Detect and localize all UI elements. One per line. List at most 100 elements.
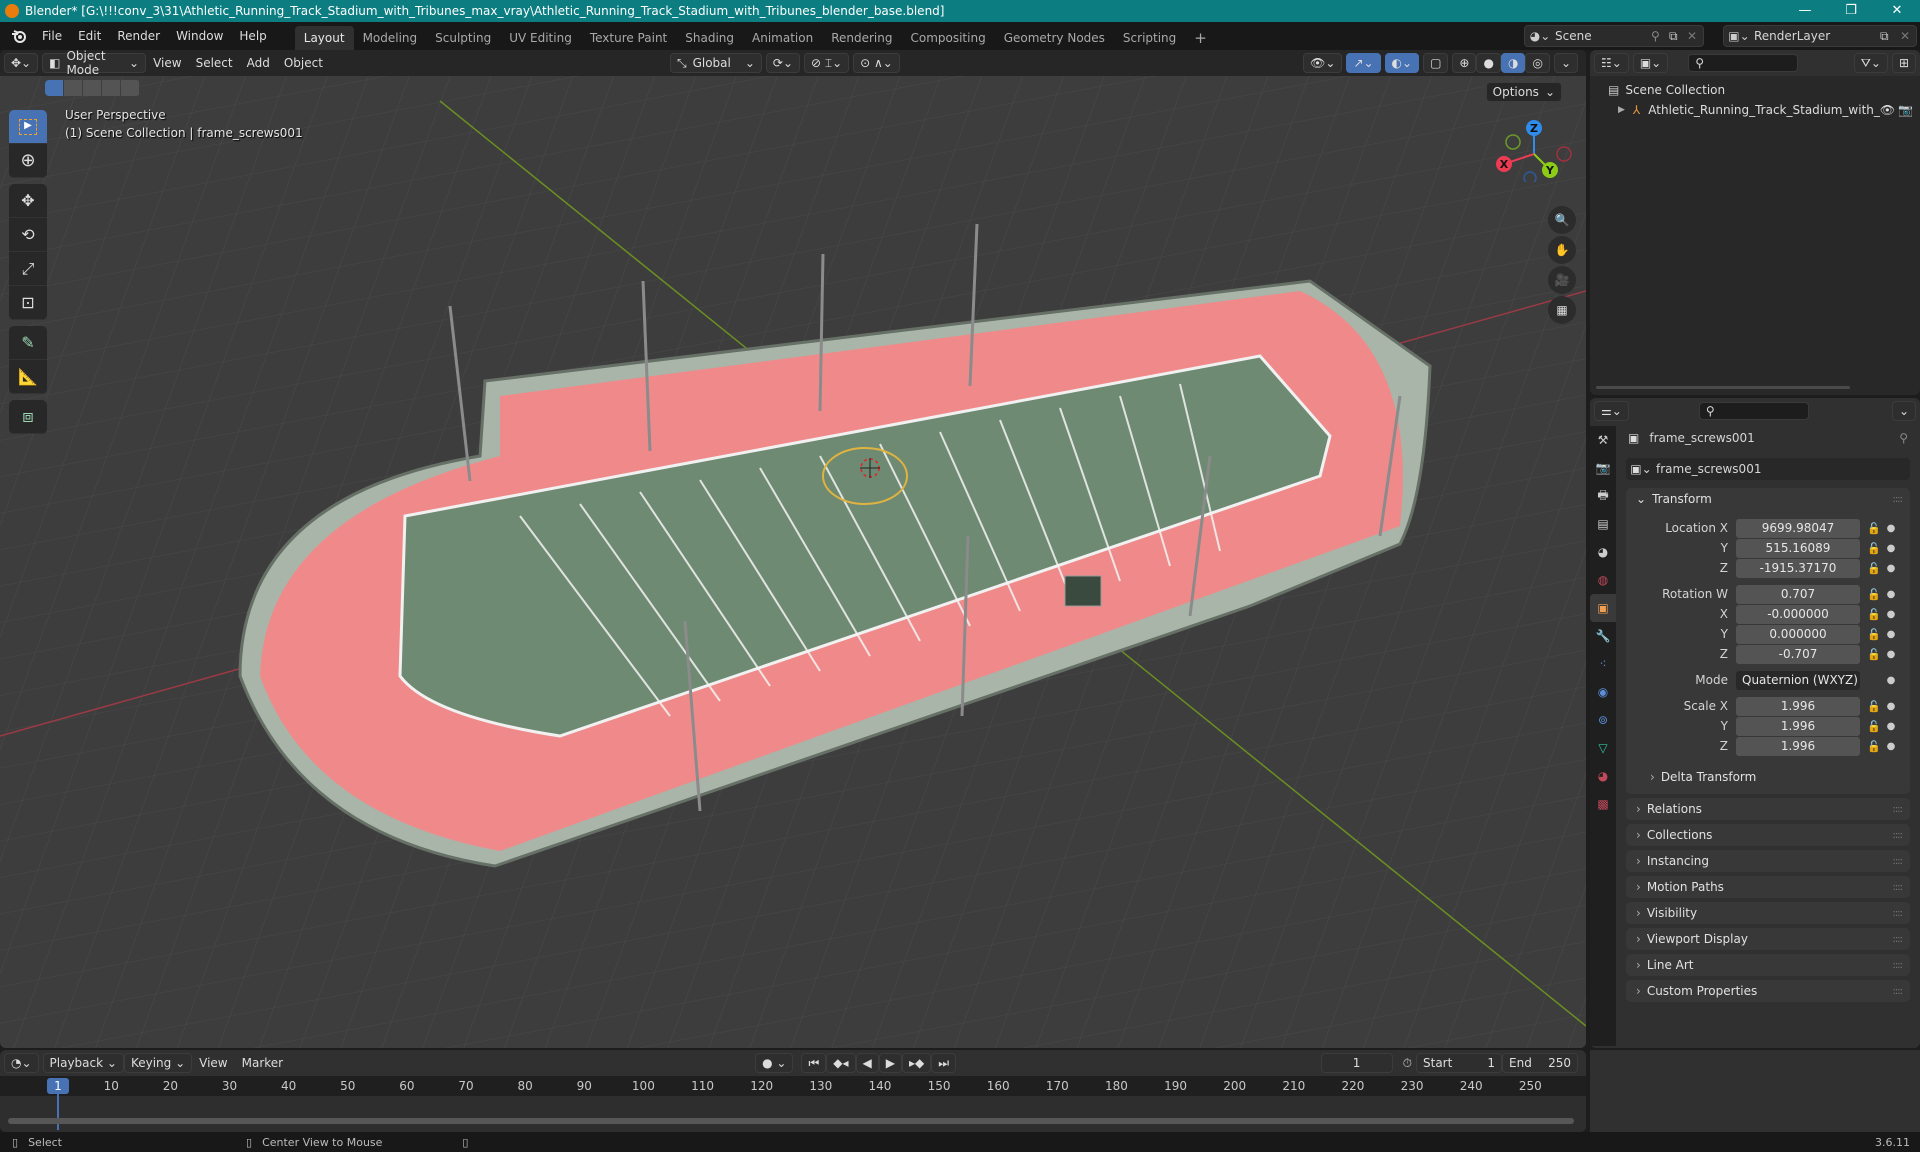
relations-panel[interactable]: › Relations:::: (1626, 798, 1910, 820)
lock-icon[interactable]: 🔓 (1864, 522, 1884, 535)
workspace-tab-rendering[interactable]: Rendering (822, 26, 901, 50)
tab-object[interactable]: ▣ (1590, 594, 1616, 622)
add-cube-tool[interactable]: ⧈ (9, 400, 47, 434)
keyframe-dot[interactable]: ● (1884, 675, 1898, 686)
workspace-tab-layout[interactable]: Layout (294, 26, 354, 50)
lock-icon[interactable]: 🔓 (1864, 588, 1884, 601)
annotate-tool[interactable]: ✎ (9, 326, 47, 360)
workspace-tab-scripting[interactable]: Scripting (1114, 26, 1185, 50)
lock-icon[interactable]: 🔓 (1864, 562, 1884, 575)
lock-icon[interactable]: 🔓 (1864, 700, 1884, 713)
tab-modifiers[interactable]: 🔧 (1590, 622, 1616, 650)
expand-arrow-icon[interactable]: ▶ (1618, 105, 1625, 115)
transform-orientation-dropdown[interactable]: ⤡ Global ⌄ (669, 53, 762, 73)
keyframe-dot[interactable]: ● (1884, 563, 1898, 574)
scale-tool[interactable]: ⤢ (9, 252, 47, 286)
editor-type-button[interactable]: ✥⌄ (4, 53, 39, 73)
ortho-toggle-button[interactable]: ▦ (1548, 296, 1576, 324)
keyframe-dot[interactable]: ● (1884, 543, 1898, 554)
scene-selector[interactable]: ◕⌄ Scene ⚲ ⧉ ✕ (1524, 25, 1704, 47)
blender-logo-icon[interactable] (10, 27, 28, 45)
scale-z-field[interactable]: 1.996 (1736, 736, 1860, 756)
tab-texture[interactable]: ▩ (1590, 790, 1616, 818)
menu-object[interactable]: Object (277, 56, 330, 70)
keyframe-dot[interactable]: ● (1884, 721, 1898, 732)
workspace-tab-modeling[interactable]: Modeling (354, 26, 427, 50)
rotation-x-field[interactable]: -0.000000 (1736, 604, 1860, 624)
rotation-w-field[interactable]: 0.707 (1736, 584, 1860, 604)
tab-world[interactable]: ◍ (1590, 566, 1616, 594)
auto-keying-button[interactable]: ● ⌄ (755, 1053, 794, 1073)
options-dropdown[interactable]: Options ⌄ (1485, 82, 1562, 102)
keyframe-dot[interactable]: ● (1884, 701, 1898, 712)
jump-end-button[interactable]: ⏭ (931, 1053, 957, 1073)
viewport-display-panel[interactable]: › Viewport Display:::: (1626, 928, 1910, 950)
delete-view-layer-icon[interactable]: ✕ (1900, 29, 1916, 43)
close-button[interactable]: ✕ (1874, 0, 1920, 22)
measure-tool[interactable]: 📐 (9, 360, 47, 394)
cursor-tool[interactable]: ⊕ (9, 144, 47, 178)
menu-help[interactable]: Help (231, 22, 274, 50)
stopwatch-icon[interactable]: ⏱ (1403, 1056, 1412, 1071)
transform-panel-header[interactable]: ⌄ Transform:::: (1626, 488, 1910, 510)
properties-search-input[interactable]: ⚲ (1698, 402, 1809, 420)
tab-particles[interactable]: ⁖ (1590, 650, 1616, 678)
display-mode-button[interactable]: ▣⌄ (1632, 53, 1669, 73)
playback-menu[interactable]: Playback ⌄ (42, 1053, 124, 1073)
keyframe-dot[interactable]: ● (1884, 523, 1898, 534)
snap-button[interactable]: ⊘ ⌶⌄ (804, 53, 850, 73)
line-art-panel[interactable]: › Line Art:::: (1626, 954, 1910, 976)
new-view-layer-icon[interactable]: ⧉ (1880, 29, 1900, 44)
visibility-panel[interactable]: › Visibility:::: (1626, 902, 1910, 924)
menu-select[interactable]: Select (189, 56, 240, 70)
render-camera-icon[interactable]: 📷 (1898, 103, 1920, 117)
scale-x-field[interactable]: 1.996 (1736, 696, 1860, 716)
pan-view-button[interactable]: ✋ (1548, 236, 1576, 264)
transform-tool[interactable]: ⊡ (9, 286, 47, 320)
keying-menu[interactable]: Keying ⌄ (123, 1053, 193, 1073)
properties-editor-type-button[interactable]: ⚌⌄ (1594, 401, 1629, 421)
outliner-item[interactable]: ▶ ⅄ Athletic_Running_Track_Stadium_with_… (1590, 100, 1920, 120)
menu-view[interactable]: View (146, 56, 188, 70)
scene-name[interactable]: Scene (1555, 29, 1651, 43)
playhead-marker[interactable]: 1 (47, 1078, 69, 1094)
menu-add[interactable]: Add (240, 56, 277, 70)
3d-viewport[interactable]: ✥⌄ ◧ Object Mode ⌄ View Select Add Object… (0, 50, 1586, 1048)
custom-properties-panel[interactable]: › Custom Properties:::: (1626, 980, 1910, 1002)
maximize-button[interactable]: ❐ (1828, 0, 1874, 22)
navigation-gizmo[interactable]: Z X Y (1490, 112, 1580, 182)
shading-material-button[interactable]: ◑ (1500, 53, 1526, 73)
proportional-edit-button[interactable]: ⊙ ∧⌄ (853, 53, 900, 73)
zoom-view-button[interactable]: 🔍 (1548, 206, 1576, 234)
add-workspace-button[interactable]: + (1185, 26, 1216, 50)
menu-render[interactable]: Render (109, 22, 168, 50)
properties-options-button[interactable]: ⌄ (1891, 401, 1916, 421)
workspace-tab-uv-editing[interactable]: UV Editing (500, 26, 581, 50)
workspace-tab-sculpting[interactable]: Sculpting (426, 26, 500, 50)
timeline-ruler[interactable]: 10 20 30 40 50 60 70 80 90 100 110 120 130 140 150 160 1… (0, 1076, 1586, 1096)
instancing-panel[interactable]: › Instancing:::: (1626, 850, 1910, 872)
keyframe-dot[interactable]: ● (1884, 589, 1898, 600)
next-keyframe-button[interactable]: ▸◆ (902, 1053, 932, 1073)
outliner-scene-collection[interactable]: ▤ Scene Collection (1590, 80, 1920, 100)
shading-wireframe-button[interactable]: ⊕ (1452, 53, 1477, 73)
select-mode-set-icon[interactable] (45, 80, 63, 96)
pivot-point-button[interactable]: ⟳⌄ (765, 53, 801, 73)
workspace-tab-animation[interactable]: Animation (743, 26, 822, 50)
workspace-tab-texture-paint[interactable]: Texture Paint (581, 26, 676, 50)
tab-physics[interactable]: ◉ (1590, 678, 1616, 706)
location-x-field[interactable]: 9699.98047 (1736, 518, 1860, 538)
end-frame-field[interactable]: End 250 (1502, 1053, 1578, 1073)
outliner-scrollbar[interactable] (1596, 386, 1850, 389)
keyframe-dot[interactable]: ● (1884, 629, 1898, 640)
view-layer-name[interactable]: RenderLayer (1754, 29, 1880, 43)
marker-menu[interactable]: Marker (235, 1056, 290, 1070)
outliner-search-input[interactable]: ⚲ (1688, 54, 1799, 72)
tab-scene[interactable]: ◕ (1590, 538, 1616, 566)
workspace-tab-geometry-nodes[interactable]: Geometry Nodes (995, 26, 1114, 50)
menu-file[interactable]: File (34, 22, 70, 50)
lock-icon[interactable]: 🔓 (1864, 542, 1884, 555)
tab-data[interactable]: ▽ (1590, 734, 1616, 762)
workspace-tab-compositing[interactable]: Compositing (901, 26, 994, 50)
select-mode-extend-icon[interactable] (64, 80, 82, 96)
